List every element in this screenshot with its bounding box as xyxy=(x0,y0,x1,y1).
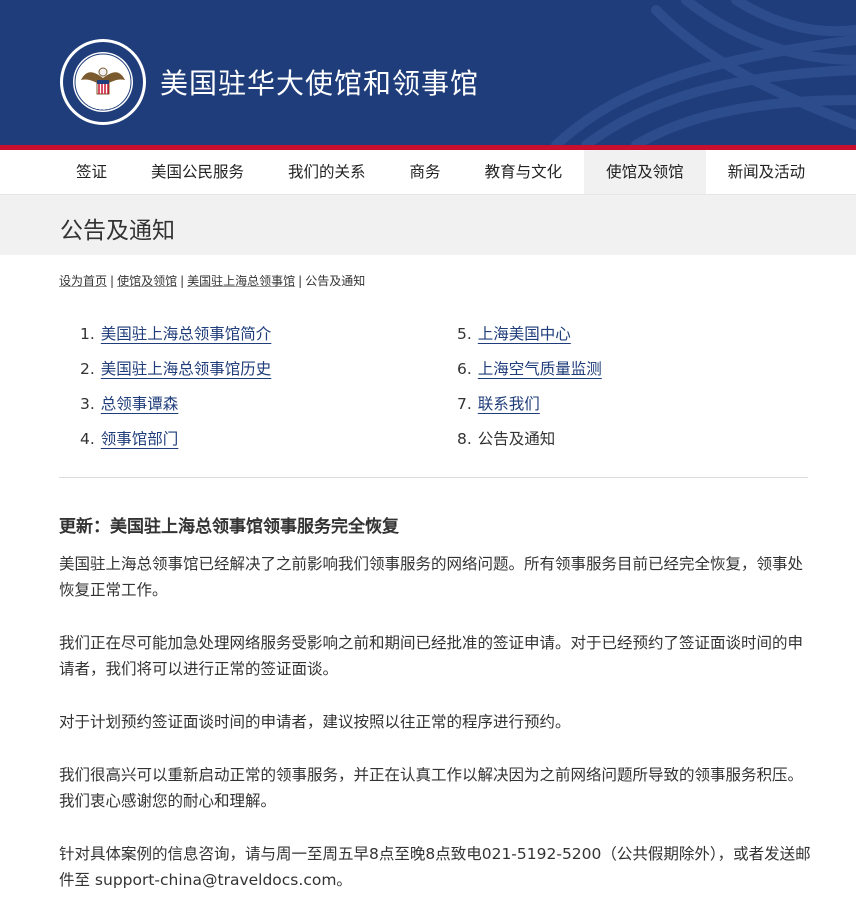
menu-link-consulate-sections[interactable]: 领事馆部门 xyxy=(101,430,179,448)
nav-item-business[interactable]: 商务 xyxy=(388,150,463,194)
breadcrumb-link-home[interactable]: 设为首页 xyxy=(59,274,107,288)
article-paragraph: 对于计划预约签证面谈时间的申请者，建议按照以往正常的程序进行预约。 xyxy=(59,713,571,731)
section-menu-left-column: 1. 美国驻上海总领事馆简介 2. 美国驻上海总领事馆历史 3. 总领事谭森 4. 领事… xyxy=(80,322,271,462)
site-header: 美国驻华大使馆和领事馆 xyxy=(0,0,856,145)
list-number: 8. xyxy=(457,430,472,448)
list-number: 2. xyxy=(80,360,95,378)
nav-item-embassy-consulates[interactable]: 使馆及领馆 xyxy=(584,150,706,194)
menu-link-consulate-history[interactable]: 美国驻上海总领事馆历史 xyxy=(101,360,272,378)
breadcrumb-separator: | xyxy=(180,274,185,288)
breadcrumb-link-embassy-consulates[interactable]: 使馆及领馆 xyxy=(117,274,177,288)
main-nav: 签证 美国公民服务 我们的关系 商务 教育与文化 使馆及领馆 新闻及活动 xyxy=(0,150,856,195)
article-heading: 更新：美国驻上海总领事馆领事服务完全恢复 xyxy=(59,517,399,537)
breadcrumb-separator: | xyxy=(110,274,115,288)
article-paragraph: 我们很高兴可以重新启动正常的领事服务，并正在认真工作以解决因为之前网络问题所导致… xyxy=(59,766,804,810)
menu-link-air-quality[interactable]: 上海空气质量监测 xyxy=(478,360,602,378)
nav-item-news-events[interactable]: 新闻及活动 xyxy=(706,150,828,194)
section-menu-right-column: 5. 上海美国中心 6. 上海空气质量监测 7. 联系我们 8. 公告及通知 xyxy=(457,322,602,462)
menu-link-consulate-intro[interactable]: 美国驻上海总领事馆简介 xyxy=(101,325,272,343)
breadcrumb-link-shanghai-consulate[interactable]: 美国驻上海总领事馆 xyxy=(187,274,295,288)
menu-link-consul-general[interactable]: 总领事谭森 xyxy=(101,395,179,413)
list-number: 7. xyxy=(457,395,472,413)
list-item: 6. 上海空气质量监测 xyxy=(457,357,602,392)
list-item: 4. 领事馆部门 xyxy=(80,427,271,462)
breadcrumb-current: 公告及通知 xyxy=(305,274,366,288)
nav-item-visa[interactable]: 签证 xyxy=(54,150,129,194)
department-of-state-seal-icon[interactable] xyxy=(59,38,147,126)
divider xyxy=(59,477,808,478)
list-number: 3. xyxy=(80,395,95,413)
menu-link-american-center[interactable]: 上海美国中心 xyxy=(478,325,571,343)
menu-item-current-notices: 公告及通知 xyxy=(477,430,556,448)
list-item: 1. 美国驻上海总领事馆简介 xyxy=(80,322,271,357)
list-number: 4. xyxy=(80,430,95,448)
article-paragraph: 我们正在尽可能加急处理网络服务受影响之前和期间已经批准的签证申请。对于已经预约了… xyxy=(59,634,804,678)
site-title[interactable]: 美国驻华大使馆和领事馆 xyxy=(160,62,479,102)
breadcrumb: 设为首页 | 使馆及领馆 | 美国驻上海总领事馆 | 公告及通知 xyxy=(59,272,365,289)
page-title-bar: 公告及通知 xyxy=(0,195,856,255)
list-item: 5. 上海美国中心 xyxy=(457,322,602,357)
list-number: 6. xyxy=(457,360,472,378)
page-title: 公告及通知 xyxy=(60,218,175,244)
list-item: 2. 美国驻上海总领事馆历史 xyxy=(80,357,271,392)
article-paragraph: 针对具体案例的信息咨询，请与周一至周五早8点至晚8点致电021-5192-520… xyxy=(59,845,811,889)
list-number: 1. xyxy=(80,325,95,343)
nav-item-relations[interactable]: 我们的关系 xyxy=(266,150,388,194)
article: 更新：美国驻上海总领事馆领事服务完全恢复 美国驻上海总领事馆已经解决了之前影响我… xyxy=(59,512,811,920)
menu-link-contact-us[interactable]: 联系我们 xyxy=(478,395,540,413)
article-paragraph: 美国驻上海总领事馆已经解决了之前影响我们领事服务的网络问题。所有领事服务目前已经… xyxy=(59,555,804,599)
list-item: 3. 总领事谭森 xyxy=(80,392,271,427)
list-item: 7. 联系我们 xyxy=(457,392,602,427)
nav-item-education-culture[interactable]: 教育与文化 xyxy=(463,150,585,194)
nav-item-citizen-services[interactable]: 美国公民服务 xyxy=(129,150,266,194)
list-number: 5. xyxy=(457,325,472,343)
breadcrumb-separator: | xyxy=(298,274,303,288)
eagle-watermark-icon xyxy=(551,0,856,145)
list-item: 8. 公告及通知 xyxy=(457,427,602,462)
